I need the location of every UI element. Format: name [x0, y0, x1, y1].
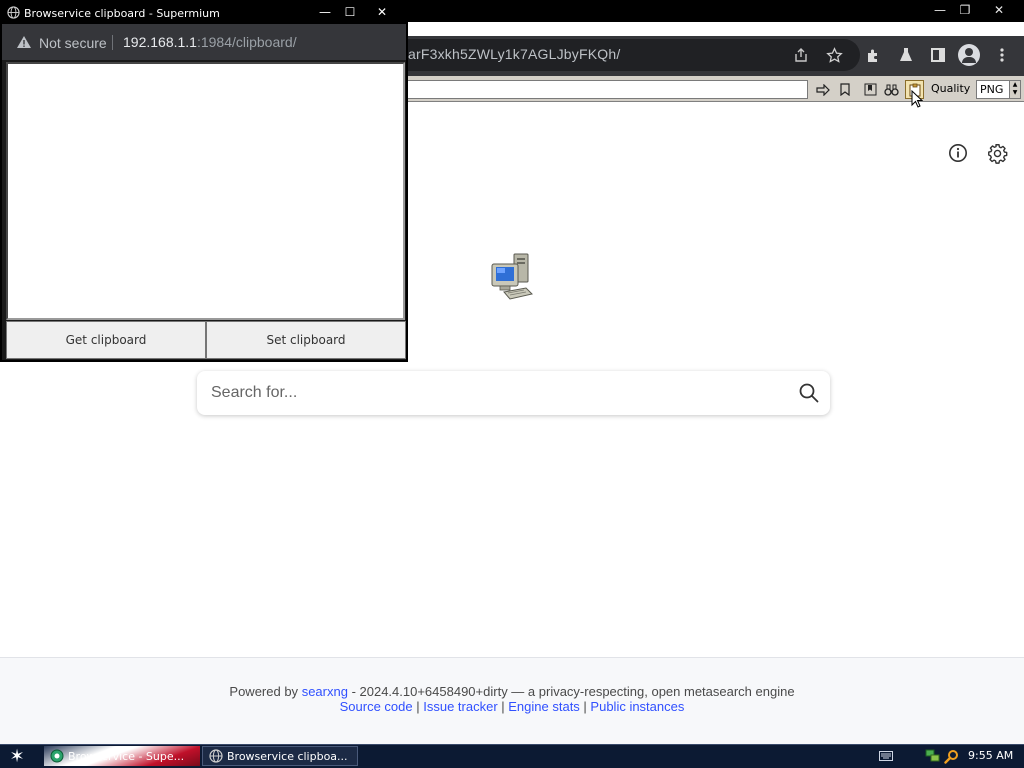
- footer-public-instances-link[interactable]: Public instances: [590, 699, 684, 714]
- taskbar-item-label: Browservice - Supe...: [68, 749, 185, 763]
- bookmarks-list-icon[interactable]: [861, 80, 880, 99]
- network-icon[interactable]: [924, 748, 940, 764]
- clipboard-popup-window: Browservice clipboard - Supermium — ☐ ✕ …: [0, 0, 408, 362]
- popup-url-host: 192.168.1.1: [123, 34, 197, 50]
- extensions-puzzle-icon[interactable]: [863, 44, 885, 66]
- footer-source-code-link[interactable]: Source code: [340, 699, 413, 714]
- taskbar-item-browservice[interactable]: Browservice - Supe...: [44, 746, 200, 766]
- main-url-text[interactable]: arF3xkh5ZWLy1k7AGLJbyFKQh/: [408, 46, 620, 62]
- labs-flask-icon[interactable]: [895, 44, 917, 66]
- footer-powered-by: Powered by: [229, 684, 299, 699]
- taskbar-clock: 9:55 AM: [968, 749, 1014, 762]
- quality-select[interactable]: PNG ▲ ▼: [976, 80, 1021, 99]
- set-clipboard-button[interactable]: Set clipboard: [206, 321, 406, 359]
- main-restore-button[interactable]: ❐: [950, 0, 980, 20]
- popup-url-path: :1984/clipboard/: [196, 34, 297, 50]
- mouse-cursor-icon: [911, 90, 923, 108]
- quality-select-value: PNG: [980, 83, 1004, 96]
- footer-version: - 2024.4.10+6458490+dirty — a privacy-re…: [351, 684, 795, 699]
- footer-separator: |: [497, 699, 509, 714]
- find-binoculars-icon[interactable]: [882, 80, 901, 99]
- taskbar-item-label: Browservice clipboa...: [227, 749, 348, 763]
- share-icon[interactable]: [792, 46, 810, 64]
- globe-icon: [209, 749, 223, 763]
- footer-links-line: Source code | Issue tracker | Engine sta…: [0, 699, 1024, 714]
- popup-title: Browservice clipboard - Supermium: [24, 7, 220, 20]
- globe-icon: [7, 6, 20, 19]
- footer-searxng-link[interactable]: searxng: [302, 684, 348, 699]
- popup-url[interactable]: 192.168.1.1:1984/clipboard/: [123, 34, 297, 50]
- search-magnifier-tray-icon[interactable]: [943, 748, 959, 764]
- start-star-icon[interactable]: ✶: [6, 746, 28, 767]
- keyboard-icon[interactable]: [878, 748, 894, 764]
- search-magnifier-icon[interactable]: [798, 382, 820, 404]
- search-box: [197, 371, 830, 415]
- bookmark-icon[interactable]: [835, 80, 854, 99]
- clipboard-textarea[interactable]: [6, 62, 405, 320]
- info-icon[interactable]: [946, 141, 970, 165]
- go-arrow-icon[interactable]: [813, 80, 832, 99]
- footer-separator: |: [412, 699, 424, 714]
- popup-minimize-button[interactable]: —: [312, 2, 338, 22]
- browser-app-icon: [50, 749, 64, 763]
- profile-avatar-icon[interactable]: [958, 44, 980, 66]
- searxng-logo-computer-icon: [490, 252, 536, 302]
- footer-engine-stats-link[interactable]: Engine stats: [508, 699, 580, 714]
- taskbar-item-clipboard[interactable]: Browservice clipboa...: [202, 746, 358, 766]
- settings-gear-icon[interactable]: [985, 141, 1009, 165]
- get-clipboard-button[interactable]: Get clipboard: [6, 321, 206, 359]
- url-separator: [112, 35, 113, 50]
- search-input[interactable]: [211, 371, 781, 415]
- main-close-button[interactable]: ✕: [984, 0, 1014, 20]
- page-footer: Powered by searxng - 2024.4.10+6458490+d…: [0, 657, 1024, 744]
- popup-titlebar[interactable]: Browservice clipboard - Supermium — ☐ ✕: [2, 2, 406, 24]
- kebab-menu-icon[interactable]: [991, 44, 1013, 66]
- footer-separator: |: [579, 699, 591, 714]
- popup-close-button[interactable]: ✕: [369, 2, 395, 22]
- footer-powered-line: Powered by searxng - 2024.4.10+6458490+d…: [0, 684, 1024, 699]
- side-panel-icon[interactable]: [927, 44, 949, 66]
- not-secure-label[interactable]: Not secure: [39, 35, 107, 51]
- footer-issue-tracker-link[interactable]: Issue tracker: [423, 699, 497, 714]
- bookmark-star-icon[interactable]: [825, 46, 843, 64]
- quality-spinner-icon[interactable]: ▲ ▼: [1009, 81, 1020, 98]
- quality-label: Quality: [931, 82, 971, 95]
- warning-triangle-icon[interactable]: [16, 35, 32, 49]
- popup-maximize-button[interactable]: ☐: [337, 2, 363, 22]
